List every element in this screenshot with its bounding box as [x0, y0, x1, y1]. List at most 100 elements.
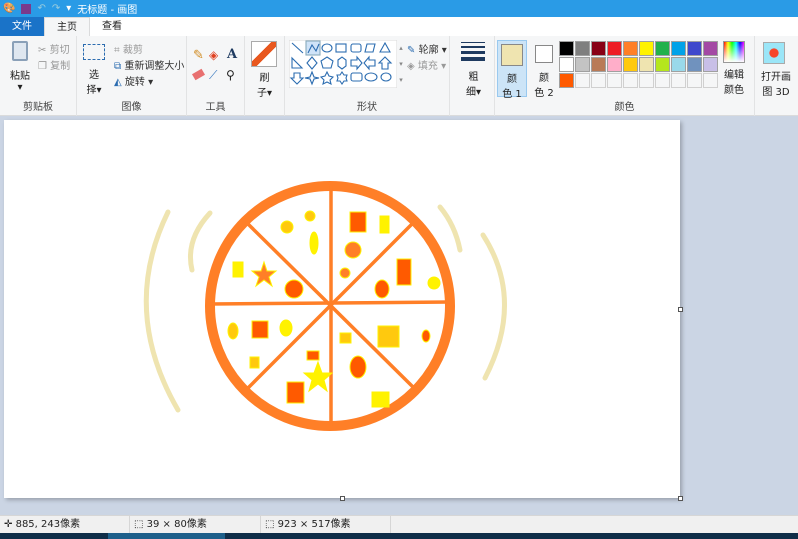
palette-swatch[interactable]	[655, 73, 670, 88]
palette-swatch[interactable]	[559, 41, 574, 56]
canvas-size-icon: ⬚	[265, 519, 275, 530]
palette-swatch[interactable]	[591, 57, 606, 72]
resize-handle-bottom[interactable]	[340, 496, 345, 501]
paint3d-button[interactable]: 打开画图 3D	[755, 36, 798, 116]
clipboard-label: 剪贴板	[23, 102, 53, 113]
image-group: 选择▾ ⌗ 裁剪 ⧉ 重新调整大小 ◭ 旋转 ▾ 图像	[77, 36, 187, 116]
palette-swatch[interactable]	[639, 57, 654, 72]
copy-icon: ❐	[38, 61, 47, 72]
color-picker-icon[interactable]: ⟋	[209, 68, 217, 83]
eraser-icon[interactable]	[191, 68, 206, 81]
edit-colors-button[interactable]: 编辑 颜色	[721, 41, 747, 96]
cursor-position-icon: ✛	[4, 519, 13, 530]
drawing-canvas[interactable]	[4, 120, 680, 498]
magnifier-icon[interactable]: ⚲	[226, 68, 235, 82]
title-bar: 🎨 ↶ ↷ ▾ 无标题 - 画图	[0, 0, 798, 17]
clipboard-icon	[12, 41, 28, 61]
brush-icon	[251, 41, 277, 67]
redo-icon[interactable]: ↷	[52, 3, 60, 14]
outline-icon: ✎	[407, 45, 416, 56]
palette-swatch[interactable]	[703, 73, 718, 88]
rotate-icon: ◭	[114, 77, 122, 88]
palette-swatch[interactable]	[671, 57, 686, 72]
select-button[interactable]: 选择▾	[83, 44, 105, 96]
line-size-icon	[461, 42, 485, 61]
colors-label: 颜色	[614, 102, 635, 113]
palette-swatch[interactable]	[591, 73, 606, 88]
palette-swatch[interactable]	[623, 41, 638, 56]
palette-swatch[interactable]	[655, 41, 670, 56]
selection-size-icon: ⬚	[134, 519, 144, 530]
shapes-scroll[interactable]: ▴ ▾ ▾	[397, 40, 405, 88]
palette-swatch[interactable]	[623, 73, 638, 88]
tab-home[interactable]: 主页	[44, 17, 90, 36]
resize-handle-corner[interactable]	[678, 496, 683, 501]
palette-swatch[interactable]	[639, 73, 654, 88]
copy-button[interactable]: 复制	[50, 61, 70, 72]
tools-group: ✎ ◈ A ⟋ ⚲ 工具	[187, 36, 245, 116]
rainbow-icon	[723, 41, 745, 63]
pizza	[205, 181, 455, 431]
palette-swatch[interactable]	[687, 41, 702, 56]
save-icon[interactable]	[21, 3, 32, 14]
selection-size: 39 × 80像素	[146, 519, 207, 530]
color2-swatch	[535, 45, 553, 63]
shapes-label: 形状	[357, 102, 377, 113]
paint-app-icon: 🎨	[3, 3, 16, 14]
color1-swatch	[501, 44, 523, 66]
palette-swatch[interactable]	[655, 57, 670, 72]
rotate-button[interactable]: 旋转	[125, 77, 145, 88]
undo-icon[interactable]: ↶	[37, 3, 45, 14]
cursor-position: 885, 243像素	[15, 519, 81, 530]
colors-group: 颜色 1 颜色 2 编辑 颜色 颜色	[495, 36, 755, 116]
clipboard-group: 粘贴 ▾ ✂ 剪切 ❐ 复制 剪贴板	[0, 36, 77, 116]
quick-access-dropdown-icon[interactable]: ▾	[66, 3, 71, 14]
fill-dropdown[interactable]: 填充	[418, 61, 438, 72]
palette-swatch[interactable]	[687, 57, 702, 72]
crop-icon: ⌗	[114, 45, 120, 56]
resize-button[interactable]: 重新调整大小	[124, 61, 184, 72]
fill-icon: ◈	[407, 61, 415, 72]
palette-swatch[interactable]	[607, 57, 622, 72]
palette-swatch[interactable]	[671, 41, 686, 56]
paste-button[interactable]: 粘贴 ▾	[6, 41, 34, 93]
pencil-icon[interactable]: ✎	[193, 48, 204, 63]
palette-swatch[interactable]	[703, 57, 718, 72]
palette-swatch[interactable]	[607, 73, 622, 88]
cut-button[interactable]: 剪切	[50, 45, 70, 56]
resize-icon: ⧉	[114, 61, 122, 72]
size-button[interactable]: 粗细▾	[450, 36, 495, 116]
taskbar	[0, 533, 798, 539]
color2-button[interactable]: 颜色 2	[530, 40, 558, 99]
palette-swatch[interactable]	[575, 57, 590, 72]
palette-swatch[interactable]	[559, 57, 574, 72]
text-icon[interactable]: A	[227, 47, 237, 62]
selection-rect-icon	[83, 44, 105, 60]
palette-swatch[interactable]	[575, 41, 590, 56]
tab-view[interactable]: 查看	[90, 17, 134, 36]
shapes-gallery[interactable]	[289, 40, 397, 88]
shapes-group: ▴ ▾ ▾ ✎ 轮廓 ▾ ◈ 填充 ▾ 形状	[285, 36, 450, 116]
palette-swatch[interactable]	[703, 41, 718, 56]
image-label: 图像	[121, 102, 142, 113]
palette-swatch[interactable]	[607, 41, 622, 56]
outline-dropdown[interactable]: 轮廓	[419, 45, 439, 56]
palette-swatch[interactable]	[671, 73, 686, 88]
tab-file[interactable]: 文件	[0, 17, 44, 36]
fill-bucket-icon[interactable]: ◈	[209, 48, 218, 62]
resize-handle-right[interactable]	[678, 307, 683, 312]
brushes-button[interactable]: 刷子▾	[245, 36, 285, 116]
tools-label: 工具	[205, 102, 226, 113]
pizza-drawing	[143, 181, 507, 431]
color1-button[interactable]: 颜色 1	[497, 40, 527, 100]
window-title: 无标题 - 画图	[77, 5, 138, 16]
crop-button[interactable]: 裁剪	[123, 45, 143, 56]
palette-swatch[interactable]	[559, 73, 574, 88]
scissors-icon: ✂	[38, 45, 47, 56]
palette-swatch[interactable]	[687, 73, 702, 88]
palette-swatch[interactable]	[623, 57, 638, 72]
palette-swatch[interactable]	[639, 41, 654, 56]
palette-swatch[interactable]	[575, 73, 590, 88]
palette-swatch[interactable]	[591, 41, 606, 56]
status-bar: ✛ 885, 243像素 ⬚ 39 × 80像素 ⬚ 923 × 517像素	[0, 515, 798, 533]
